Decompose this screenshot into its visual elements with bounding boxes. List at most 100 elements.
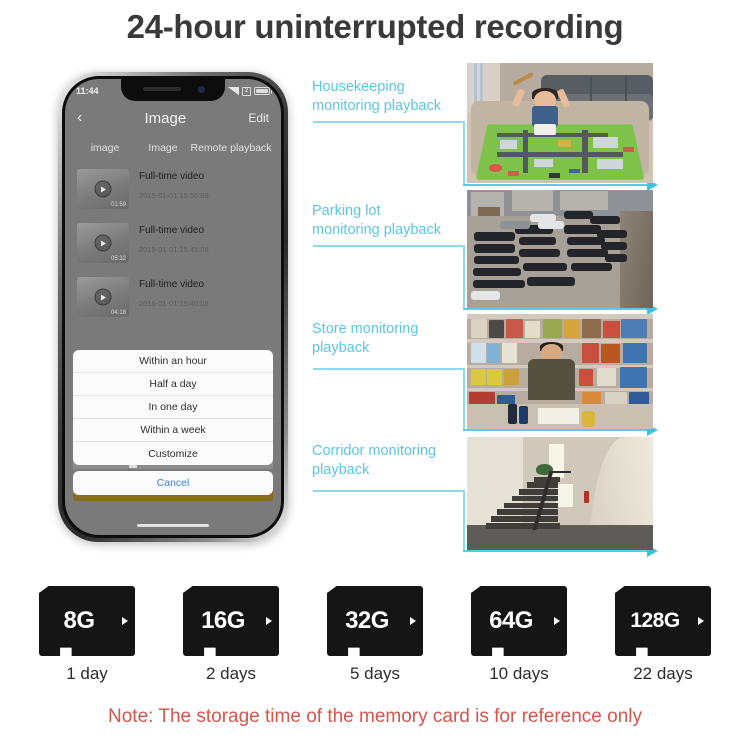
video-timestamp: 2019-01-01 15:40:08 [139,299,209,308]
phone-notch [121,79,225,101]
action-sheet-options[interactable]: Within an hour Half a day In one day Wit… [73,350,273,465]
status-icons: 2 [228,86,272,96]
sd-card-capacity: 16G [201,607,245,634]
menu-item-half-a-day[interactable]: Half a day [73,373,273,396]
callout-line-top [313,490,465,492]
video-timestamp: 2019-01-01 15:50:08 [139,191,209,200]
video-thumbnail[interactable]: 01:59 [77,169,129,209]
earpiece-speaker-icon [143,87,181,91]
photo-corridor [467,437,653,550]
nav-title: Image [144,109,187,127]
callout-line-bottom [463,550,649,552]
memory-card-128g: 128G 22 days [598,586,728,684]
callout-line-vertical [463,245,465,309]
memory-card-16g: 16G 2 days [166,586,296,684]
scene-parking-lot [467,190,653,308]
tab-image[interactable]: Image [136,142,190,154]
scene-stairwell [467,437,653,550]
battery-icon [254,87,272,95]
photo-store [467,314,653,429]
callout-line-bottom [463,429,649,431]
callout-line-vertical [463,121,465,185]
video-meta: Full-time video 2019-01-01 15:50:08 [139,169,209,200]
callout-label: Corridor monitoring playback [312,443,437,478]
sd-card-capacity: 128G [630,609,680,632]
cancel-button[interactable]: Cancel [73,471,273,495]
video-meta: Full-time video 2019-01-01 15:45:08 [139,223,209,254]
callout-line-bottom [463,308,649,310]
arrow-right-icon [554,617,560,625]
list-item[interactable]: 01:59 Full-time video 2019-01-01 15:50:0… [65,161,281,215]
video-duration: 01:59 [110,202,126,208]
play-icon [94,288,112,306]
arrow-right-icon [122,617,128,625]
storage-note: Note: The storage time of the memory car… [108,706,642,727]
sd-card-capacity: 8G [63,607,95,634]
video-title: Full-time video [139,279,205,290]
callout-label: Store monitoring playback [312,321,419,356]
photo-housekeeping [467,63,653,183]
sd-card-days: 10 days [489,664,549,683]
scene-living-room-child [467,63,653,183]
menu-item-customize[interactable]: Customize [73,442,273,465]
video-meta: Full-time video 2019-01-01 15:40:08 [139,277,209,308]
menu-item-in-one-day[interactable]: In one day [73,396,273,419]
callout-line-bottom [463,184,649,186]
phone-screen: 11:44 2 ‹ Image Edit image Image Remote … [65,79,281,535]
list-item[interactable]: 04:18 Full-time video 2019-01-01 15:40:0… [65,269,281,323]
play-icon [94,234,112,252]
page-title: 24-hour uninterrupted recording [126,8,624,45]
memory-card-32g: 32G 5 days [310,586,440,684]
phone-bezel: 11:44 2 ‹ Image Edit image Image Remote … [62,76,284,538]
tab-bar: image Image Remote playback [65,135,281,161]
tab-image-left[interactable]: image [74,142,136,154]
video-title: Full-time video [139,225,205,236]
callout-line-top [313,245,465,247]
video-title: Full-time video [139,171,205,182]
callout-label: Housekeeping monitoring playback [312,79,441,114]
sd-card-days: 22 days [633,664,693,683]
list-item[interactable]: 05:32 Full-time video 2019-01-01 15:45:0… [65,215,281,269]
status-time: 11:44 [76,86,99,96]
video-duration: 04:18 [110,310,126,316]
phone-frame: 11:44 2 ‹ Image Edit image Image Remote … [58,72,288,542]
video-timestamp: 2019-01-01 15:45:08 [139,245,209,254]
memory-card-64g: 64G 10 days [454,586,584,684]
callout-line-vertical [463,490,465,551]
chevron-left-icon[interactable]: ‹ [77,110,82,126]
home-indicator [137,523,209,527]
sd-card-days: 2 days [205,664,257,683]
sd-card-days: 1 day [66,664,108,683]
arrow-right-icon [266,617,272,625]
sd-card-capacity: 64G [489,607,533,634]
sd-card-icon: 64G [471,586,567,656]
callout-line-vertical [463,368,465,430]
video-thumbnail[interactable]: 04:18 [77,277,129,317]
sd-card-capacity: 32G [345,607,389,634]
memory-card-8g: 8G 1 day [22,586,152,684]
sd-card-days: 5 days [349,664,401,683]
menu-item-within-an-hour[interactable]: Within an hour [73,350,273,373]
arrow-right-icon [698,617,704,625]
wifi-icon: 2 [242,86,251,96]
video-thumbnail[interactable]: 05:32 [77,223,129,263]
scene-store-owner [467,314,653,429]
edit-button[interactable]: Edit [248,111,269,125]
front-camera-icon [198,86,205,93]
arrow-right-icon [410,617,416,625]
callout-line-top [313,121,465,123]
sd-card-icon: 128G [615,586,711,656]
app-nav-bar: ‹ Image Edit [65,103,281,133]
signal-bars-icon [228,87,239,95]
sd-card-icon: 16G [183,586,279,656]
action-sheet[interactable]: Within an hour Half a day In one day Wit… [73,350,273,495]
callout-label: Parking lot monitoring playback [312,203,441,238]
photo-parking-lot [467,190,653,308]
sd-card-icon: 32G [327,586,423,656]
menu-item-within-a-week[interactable]: Within a week [73,419,273,442]
memory-card-row: 8G 1 day 16G 2 days 32G 5 days 64G 10 da… [0,586,750,696]
tab-remote-playback[interactable]: Remote playback [190,142,272,154]
play-icon [94,180,112,198]
video-duration: 05:32 [110,256,126,262]
phone-mockup: 11:44 2 ‹ Image Edit image Image Remote … [58,72,288,542]
